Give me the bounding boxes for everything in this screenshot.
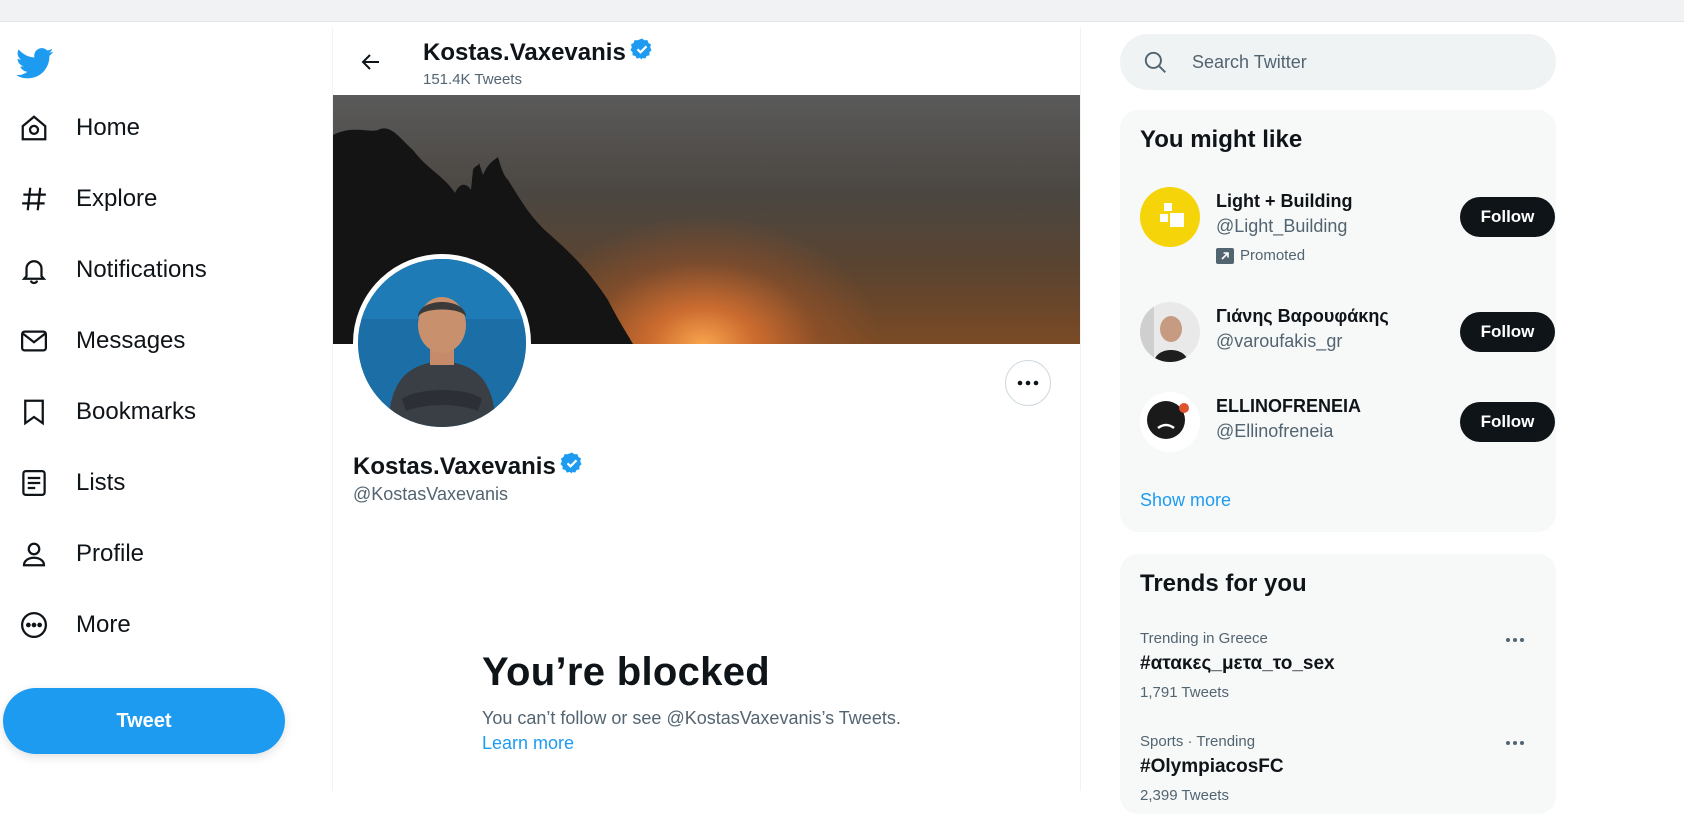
profile-name-text: Kostas.Vaxevanis — [353, 452, 556, 480]
verified-badge-icon — [560, 451, 584, 482]
nav-item-lists[interactable]: Lists — [18, 459, 125, 507]
header-name-text: Kostas.Vaxevanis — [423, 38, 626, 66]
account-name: ELLINOFRENEIA — [1216, 396, 1362, 416]
nav-item-home[interactable]: Home — [18, 104, 140, 152]
home-icon — [18, 112, 50, 144]
show-more-link[interactable]: Show more — [1140, 490, 1231, 511]
account-avatar — [1140, 187, 1200, 247]
follow-button[interactable]: Follow — [1460, 197, 1555, 237]
nav-item-bookmarks[interactable]: Bookmarks — [18, 388, 196, 436]
promoted-label: Promoted — [1216, 247, 1305, 264]
profile-main-column: Kostas.Vaxevanis 151.4K Tweets Kostas.Va… — [332, 28, 1081, 791]
ellipsis-icon — [1017, 380, 1039, 386]
blocked-title: You’re blocked — [482, 650, 770, 694]
follow-button[interactable]: Follow — [1460, 402, 1555, 442]
nav-label-bookmarks: Bookmarks — [76, 398, 197, 425]
promoted-arrow-icon — [1216, 247, 1234, 264]
profile-avatar[interactable] — [353, 254, 531, 432]
trend-item[interactable]: Sports · Trending #OlympiacosFC 2,399 Tw… — [1140, 733, 1540, 804]
search-box[interactable] — [1120, 34, 1556, 90]
search-input[interactable] — [1192, 51, 1522, 73]
trend-name: #OlympiacosFC — [1140, 756, 1284, 777]
back-arrow-icon[interactable] — [353, 44, 389, 80]
verified-badge-icon — [630, 37, 654, 68]
trend-count: 2,399 Tweets — [1140, 787, 1229, 804]
nav-item-notifications[interactable]: Notifications — [18, 246, 207, 294]
profile-handle: @KostasVaxevanis — [353, 484, 509, 504]
learn-more-link[interactable]: Learn more — [482, 733, 574, 754]
nav-label-home: Home — [76, 114, 141, 141]
trend-item[interactable]: Trending in Greece #ατακες_μετα_το_sex 1… — [1140, 630, 1540, 701]
tweet-button[interactable]: Tweet — [3, 688, 285, 754]
search-icon — [1142, 49, 1168, 75]
bookmark-icon — [18, 396, 50, 428]
list-icon — [18, 467, 50, 499]
hashtag-icon — [18, 183, 50, 215]
nav-item-more[interactable]: More — [18, 601, 131, 649]
person-icon — [18, 538, 50, 570]
trend-more-icon[interactable] — [1500, 733, 1530, 753]
nav-item-messages[interactable]: Messages — [18, 317, 185, 365]
trend-more-icon[interactable] — [1500, 630, 1530, 650]
nav-label-messages: Messages — [76, 327, 186, 354]
trends-panel: Trends for you Trending in Greece #ατακε… — [1120, 554, 1556, 814]
follow-suggestion-row[interactable]: Γιάνης Βαρουφάκης @varoufakis_gr Follow — [1140, 302, 1555, 372]
who-to-follow-title: You might like — [1140, 126, 1303, 153]
follow-suggestion-row[interactable]: Light + Building @Light_Building Promote… — [1140, 187, 1555, 264]
promoted-text: Promoted — [1240, 247, 1306, 264]
account-avatar — [1140, 392, 1200, 452]
nav-label-profile: Profile — [76, 540, 145, 567]
browser-top-strip — [0, 0, 1684, 22]
trends-title: Trends for you — [1140, 570, 1307, 597]
nav-label-notifications: Notifications — [76, 256, 207, 283]
nav-item-profile[interactable]: Profile — [18, 530, 144, 578]
account-name: Light + Building — [1216, 191, 1353, 211]
follow-suggestion-row[interactable]: ELLINOFRENEIA @Ellinofreneia Follow — [1140, 392, 1555, 462]
left-navigation: Home Explore Notifications Messages Book… — [0, 22, 332, 791]
account-avatar — [1140, 302, 1200, 362]
profile-more-button[interactable] — [1005, 360, 1051, 406]
nav-label-more: More — [76, 611, 131, 638]
header-tweet-count: 151.4K Tweets — [423, 71, 522, 88]
header-profile-name: Kostas.Vaxevanis — [423, 37, 654, 68]
envelope-icon — [18, 325, 50, 357]
account-handle: @Ellinofreneia — [1216, 421, 1334, 441]
who-to-follow-panel: You might like Light + Building @Light_B… — [1120, 110, 1556, 532]
more-circle-icon — [18, 609, 50, 641]
account-name: Γιάνης Βαρουφάκης — [1216, 306, 1389, 326]
blocked-message: You can’t follow or see @KostasVaxevanis… — [482, 708, 901, 728]
trend-context: Sports · Trending — [1140, 733, 1256, 750]
account-handle: @Light_Building — [1216, 216, 1348, 236]
trend-context: Trending in Greece — [1140, 630, 1268, 647]
trend-count: 1,791 Tweets — [1140, 684, 1229, 701]
twitter-logo-icon[interactable] — [16, 44, 56, 84]
nav-label-lists: Lists — [76, 469, 126, 496]
profile-name: Kostas.Vaxevanis — [353, 451, 584, 482]
bell-icon — [18, 254, 50, 286]
account-handle: @varoufakis_gr — [1216, 331, 1343, 351]
nav-label-explore: Explore — [76, 185, 158, 212]
nav-item-explore[interactable]: Explore — [18, 175, 157, 223]
follow-button[interactable]: Follow — [1460, 312, 1555, 352]
trend-name: #ατακες_μετα_το_sex — [1140, 653, 1335, 674]
